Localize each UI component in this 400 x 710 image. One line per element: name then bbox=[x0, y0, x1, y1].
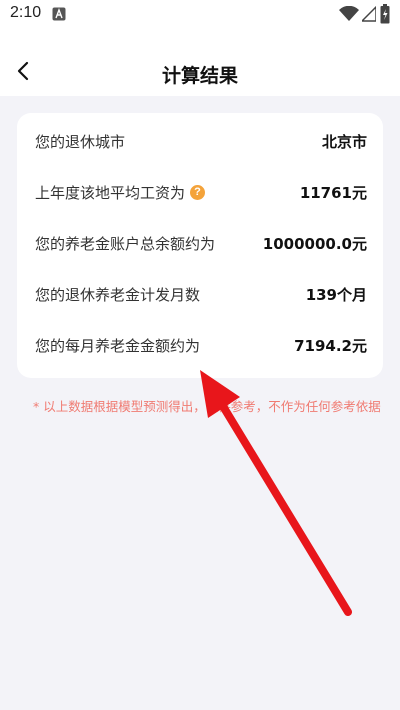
result-label: 您的每月养老金金额约为 bbox=[35, 336, 201, 355]
result-value: 139个月 bbox=[305, 285, 367, 304]
result-row-account-balance: 您的养老金账户总余额约为 1000000.0元 bbox=[35, 228, 367, 258]
signal-icon bbox=[362, 6, 376, 22]
result-label: 您的退休城市 bbox=[35, 132, 126, 151]
result-row-monthly-pension: 您的每月养老金金额约为 7194.2元 bbox=[35, 330, 367, 360]
result-value: 北京市 bbox=[321, 132, 367, 151]
result-label: 您的养老金账户总余额约为 bbox=[35, 234, 216, 253]
status-bar: 2:10 bbox=[0, 0, 400, 30]
disclaimer-text: * 以上数据根据模型预测得出，仅供参考，不作为任何参考依据 bbox=[33, 399, 381, 414]
status-time: 2:10 bbox=[10, 4, 42, 21]
result-row-average-salary: 上年度该地平均工资为 ? 11761元 bbox=[35, 177, 367, 207]
page-header: 计算结果 bbox=[0, 30, 400, 96]
result-label: 上年度该地平均工资为 bbox=[35, 183, 186, 202]
result-label-wrap: 上年度该地平均工资为 ? bbox=[35, 182, 206, 203]
result-value: 7194.2元 bbox=[294, 336, 367, 355]
result-value: 11761元 bbox=[299, 183, 367, 202]
battery-icon bbox=[380, 4, 390, 24]
result-value: 1000000.0元 bbox=[262, 234, 367, 253]
question-icon[interactable]: ? bbox=[190, 184, 206, 200]
page-title: 计算结果 bbox=[161, 65, 238, 87]
result-label: 您的退休养老金计发月数 bbox=[35, 285, 201, 304]
results-card: 您的退休城市 北京市 上年度该地平均工资为 ? 11761元 您的养老金账户总余… bbox=[17, 113, 383, 378]
app-notification-icon bbox=[52, 7, 66, 21]
wifi-icon bbox=[339, 6, 359, 21]
result-row-city: 您的退休城市 北京市 bbox=[35, 126, 367, 156]
result-row-payment-months: 您的退休养老金计发月数 139个月 bbox=[35, 279, 367, 309]
